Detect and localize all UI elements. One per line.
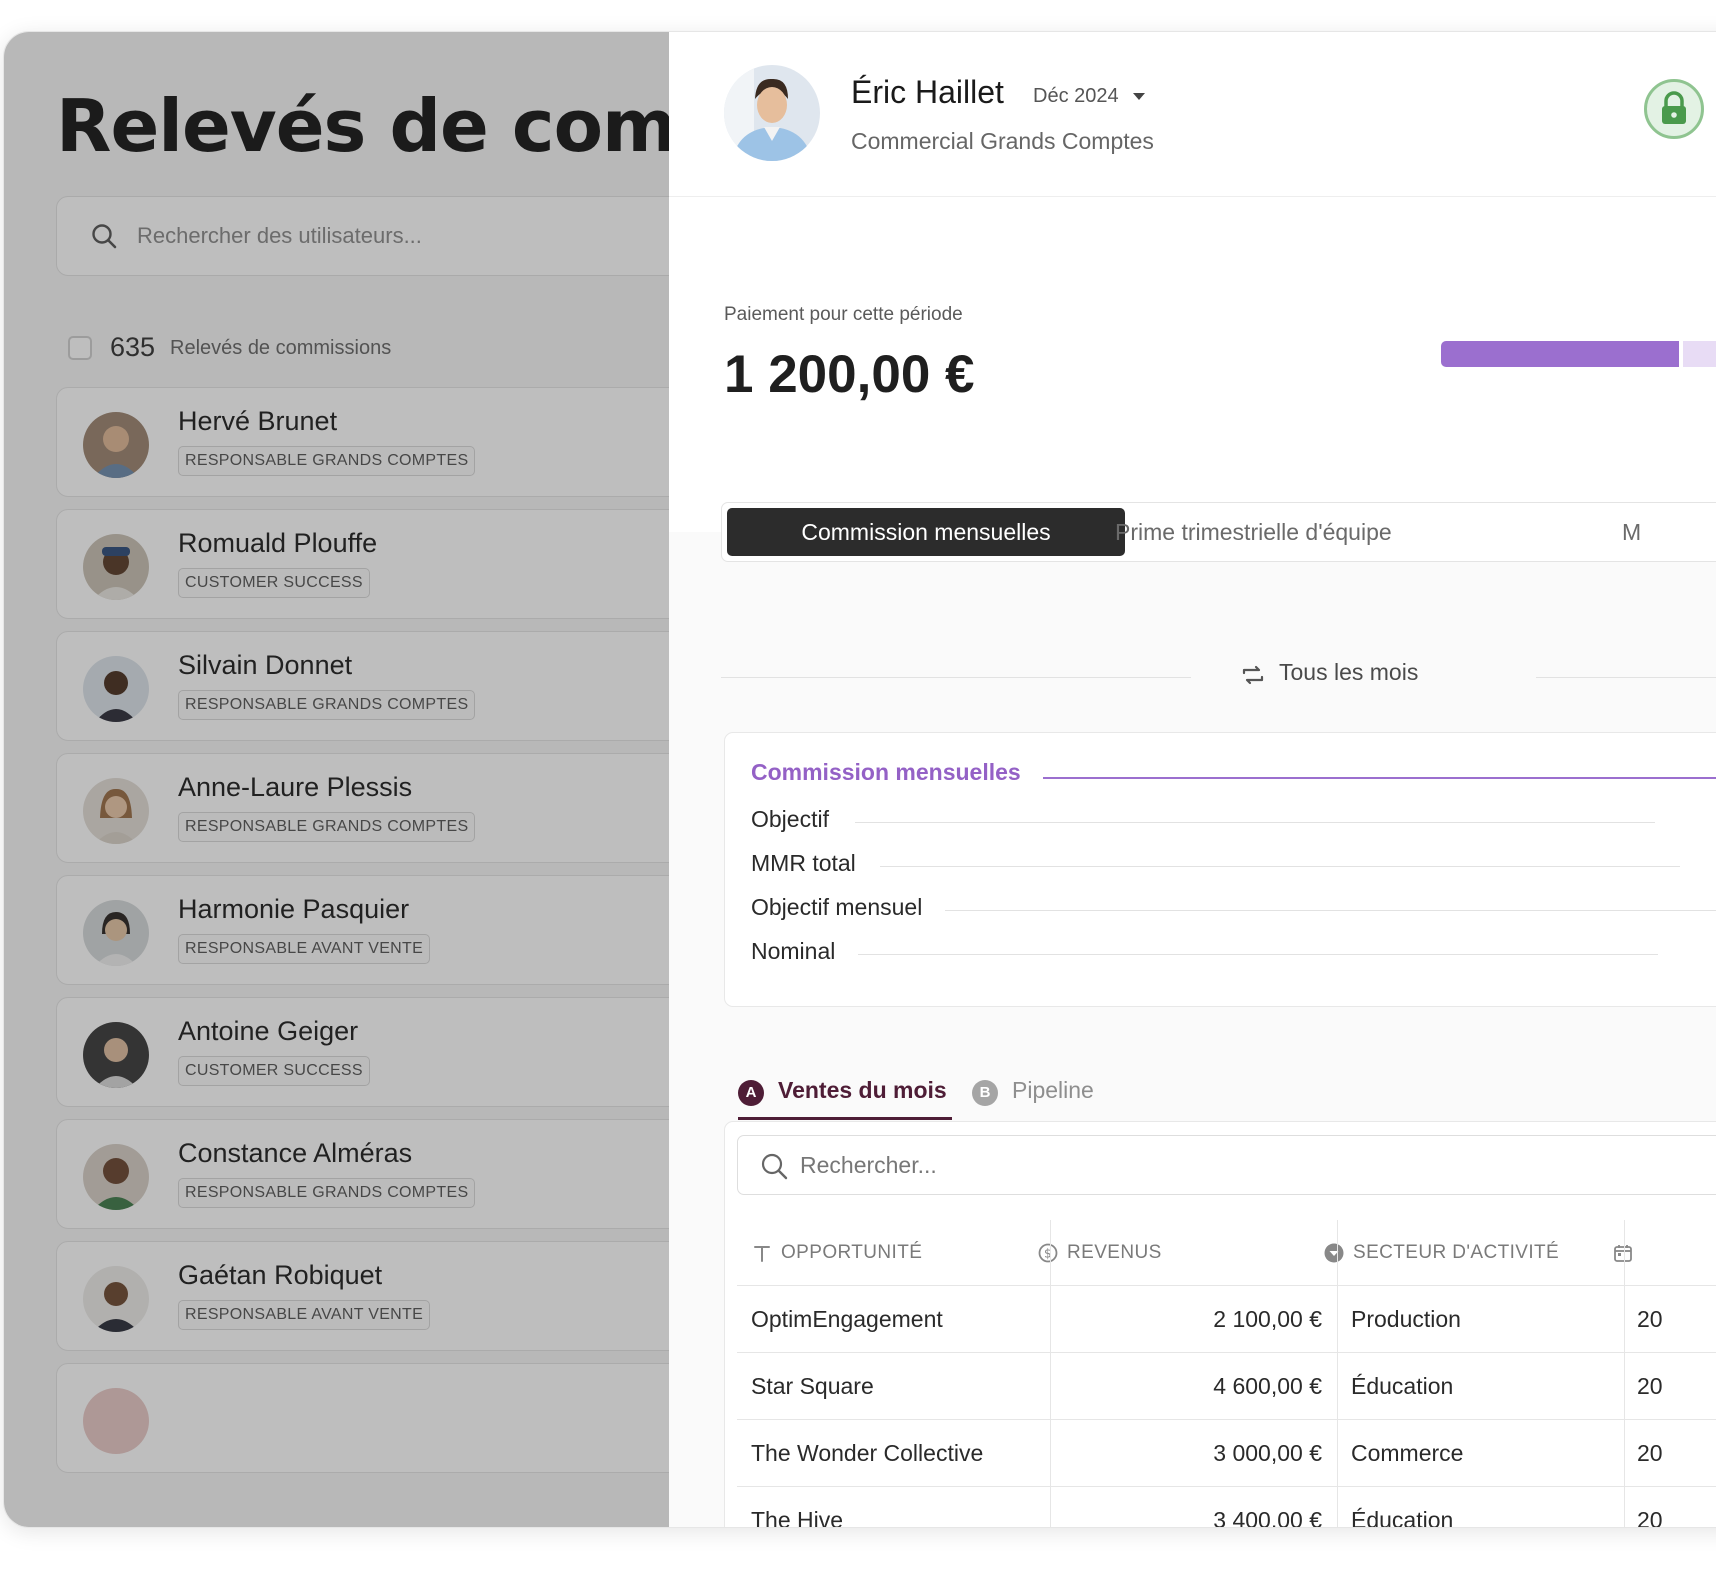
recurrence-label: Tous les mois	[1279, 659, 1419, 685]
divider	[721, 677, 1191, 678]
column-header-label: OPPORTUNITÉ	[781, 1242, 923, 1263]
cell-date: 20	[1637, 1373, 1663, 1399]
cell-date: 20	[1637, 1306, 1663, 1332]
calendar-icon	[1614, 1245, 1632, 1262]
tab-commission-mensuelles[interactable]: Commission mensuelles	[727, 508, 1125, 556]
tab-prime-trimestrielle[interactable]: Prime trimestrielle d'équipe	[1115, 508, 1392, 556]
statement-detail-panel: Éric Haillet Déc 2024 Commercial Grands …	[669, 32, 1716, 1528]
detail-header: Éric Haillet Déc 2024 Commercial Grands …	[669, 32, 1716, 197]
column-header-label: SECTEUR D'ACTIVITÉ	[1353, 1242, 1560, 1263]
plan-tabs: Commission mensuelles Prime trimestriell…	[721, 502, 1716, 562]
cell-opportunity[interactable]: OptimEngagement	[751, 1306, 943, 1333]
cell-sector: Production	[1351, 1306, 1461, 1332]
divider	[880, 866, 1680, 867]
plan-title-rule	[1043, 777, 1716, 779]
row-divider	[737, 1419, 1716, 1420]
avatar	[724, 65, 820, 161]
period-selector[interactable]: Déc 2024	[1033, 85, 1119, 108]
text-type-icon	[754, 1246, 770, 1262]
cell-opportunity[interactable]: Star Square	[751, 1373, 874, 1400]
plan-rules-card: Commission mensuelles Objectif MMR total…	[724, 732, 1716, 1007]
progress-remaining	[1683, 341, 1716, 367]
subtab-badge: A	[738, 1080, 764, 1106]
plan-row-label: Nominal	[751, 938, 836, 964]
app-window: Relevés de comm Rechercher des utilisate…	[3, 31, 1716, 1528]
divider	[858, 954, 1658, 955]
subtab-label: Ventes du mois	[778, 1077, 947, 1103]
subtab-label: Pipeline	[1012, 1077, 1094, 1103]
cell-revenue: 4 600,00 €	[1213, 1373, 1322, 1399]
chevron-down-icon[interactable]	[1133, 93, 1145, 100]
cell-sector: Commerce	[1351, 1440, 1464, 1466]
repeat-icon	[1242, 665, 1264, 685]
table-search-input[interactable]: Rechercher...	[737, 1135, 1716, 1195]
cell-date: 20	[1637, 1507, 1663, 1528]
cell-revenue: 3 400,00 €	[1213, 1507, 1322, 1528]
plan-title: Commission mensuelles	[751, 759, 1021, 785]
row-divider	[737, 1486, 1716, 1487]
cell-sector: Éducation	[1351, 1373, 1454, 1399]
payment-amount: 1 200,00 €	[724, 345, 975, 404]
cell-opportunity[interactable]: The Wonder Collective	[751, 1440, 983, 1467]
lock-icon	[1662, 91, 1686, 124]
cell-opportunity[interactable]: The Hive	[751, 1507, 843, 1527]
employee-job-title: Commercial Grands Comptes	[851, 128, 1154, 154]
subtab-badge: B	[972, 1080, 998, 1106]
modal-overlay[interactable]	[4, 32, 669, 1527]
statements-list-panel: Relevés de comm Rechercher des utilisate…	[4, 32, 751, 1527]
tab-more[interactable]: M	[1622, 508, 1641, 556]
row-divider	[737, 1285, 1716, 1286]
cell-revenue: 2 100,00 €	[1213, 1306, 1322, 1332]
lock-button[interactable]	[1644, 79, 1704, 139]
search-icon	[761, 1153, 788, 1180]
table-search-placeholder: Rechercher...	[800, 1152, 937, 1178]
divider	[855, 822, 1655, 823]
cell-revenue: 3 000,00 €	[1213, 1440, 1322, 1466]
plan-row-label: Objectif mensuel	[751, 894, 923, 920]
progress-fill	[1441, 341, 1679, 367]
employee-name: Éric Haillet	[851, 74, 1004, 110]
payment-label: Paiement pour cette période	[724, 304, 963, 325]
cell-sector: Éducation	[1351, 1507, 1454, 1528]
column-divider	[1337, 1220, 1338, 1527]
plan-row-label: MMR total	[751, 850, 856, 876]
divider	[1536, 677, 1716, 678]
column-header-label: REVENUS	[1067, 1242, 1162, 1263]
active-subtab-indicator	[738, 1117, 952, 1120]
app-stage: Relevés de comm Rechercher des utilisate…	[0, 0, 1716, 1580]
select-type-icon	[1324, 1243, 1344, 1263]
row-divider	[737, 1352, 1716, 1353]
divider	[945, 910, 1716, 911]
payment-progress-bar	[1441, 341, 1716, 367]
cell-date: 20	[1637, 1440, 1663, 1466]
column-divider	[1624, 1220, 1625, 1527]
plan-row-label: Objectif	[751, 806, 829, 832]
currency-icon: $	[1038, 1243, 1058, 1263]
